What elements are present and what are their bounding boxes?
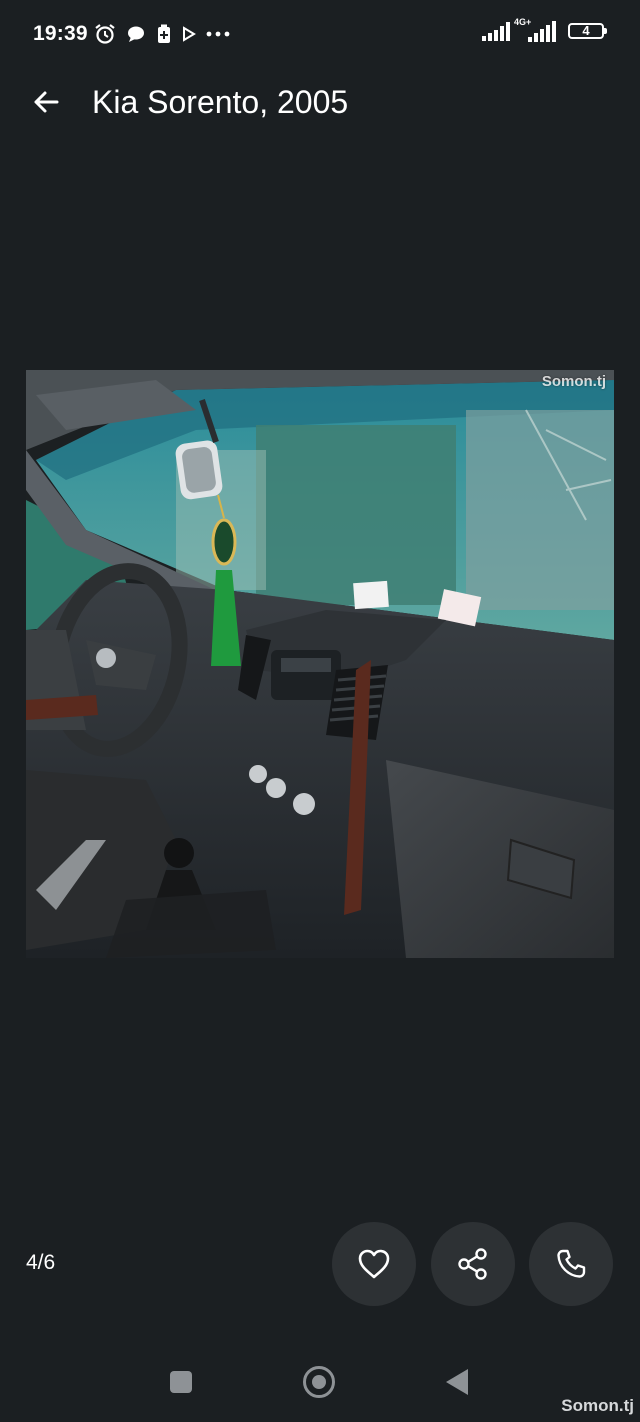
car-interior-illustration	[26, 370, 614, 958]
car-interior-photo[interactable]: Somon.tj	[26, 370, 614, 958]
triangle-back-icon[interactable]	[446, 1369, 468, 1395]
photo-counter: 4/6	[26, 1251, 56, 1274]
system-nav-bar: Somon.tj	[0, 1350, 640, 1422]
play-icon	[183, 26, 196, 42]
battery-icon: 4	[568, 23, 607, 39]
phone-icon	[557, 1249, 586, 1278]
status-system-icons: 4G+ 4	[482, 17, 607, 42]
status-bar: 19:39 4G+ 4	[0, 0, 640, 68]
arrow-left-icon	[34, 91, 59, 113]
share-icon	[458, 1248, 487, 1280]
battery-level: 4	[582, 23, 590, 38]
favorite-button[interactable]	[332, 1222, 416, 1306]
page-title: Kia Sorento, 2005	[92, 84, 349, 120]
more-dots-icon	[206, 31, 230, 37]
photo-watermark: Somon.tj	[541, 373, 606, 390]
corner-watermark: Somon.tj	[561, 1396, 634, 1415]
share-button[interactable]	[431, 1222, 515, 1306]
circle-home-icon[interactable]	[303, 1366, 335, 1398]
signal-4g-icon: 4G+	[514, 17, 556, 42]
heart-icon	[358, 1249, 390, 1279]
alarm-icon	[95, 24, 115, 44]
square-recents-icon[interactable]	[170, 1371, 192, 1393]
back-button[interactable]	[26, 82, 66, 122]
signal-icon	[482, 22, 510, 41]
call-button[interactable]	[529, 1222, 613, 1306]
battery-saver-icon	[158, 24, 170, 43]
app-bar: Kia Sorento, 2005	[0, 68, 640, 134]
status-notification-icons	[94, 22, 230, 46]
chat-bubble-icon	[128, 26, 144, 42]
status-time: 19:39	[33, 22, 88, 45]
